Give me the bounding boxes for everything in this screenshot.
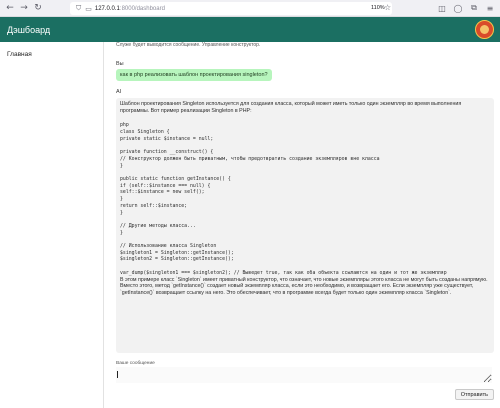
- previous-message-fragment: Служе будет выводится сообщение. Управле…: [116, 42, 261, 48]
- send-button[interactable]: Отправить: [454, 389, 494, 400]
- ai-message-code: php class Singleton { private static $in…: [120, 122, 447, 276]
- avatar-face-icon: [480, 25, 489, 34]
- ai-message-intro: Шаблон проектирования Singleton использу…: [120, 101, 462, 114]
- menu-icon[interactable]: ≡: [484, 2, 496, 14]
- shield-icon[interactable]: ⛉: [76, 4, 81, 13]
- ai-role-label: AI: [116, 89, 122, 95]
- page-icon: ▭: [85, 4, 92, 13]
- sidebar: Главная: [0, 42, 104, 408]
- reload-icon[interactable]: ↻: [31, 1, 45, 15]
- app-header: Дэшбоард: [0, 17, 500, 42]
- avatar[interactable]: [475, 20, 494, 39]
- user-message: как в php реализовать шаблон проектирова…: [116, 69, 272, 81]
- url-text[interactable]: 127.0.0.1:8000/dashboard: [95, 6, 165, 12]
- extensions-icon[interactable]: ⧉: [468, 2, 480, 14]
- ai-message: Шаблон проектирования Singleton использу…: [116, 98, 494, 353]
- message-input[interactable]: [116, 367, 492, 383]
- text-caret: [117, 371, 118, 378]
- chat-panel: Служе будет выводится сообщение. Управле…: [104, 42, 500, 408]
- back-icon[interactable]: ←: [3, 1, 17, 15]
- address-bar[interactable]: ⛉ ▭ 127.0.0.1:8000/dashboard: [70, 2, 392, 15]
- user-role-label: Вы: [116, 61, 124, 67]
- message-input-label: Ваше сообщение: [116, 361, 155, 366]
- account-icon[interactable]: ◯: [452, 2, 464, 14]
- ai-message-outro: В этом примере класс `Singleton` имеет п…: [120, 276, 488, 296]
- browser-toolbar: ← → ↻ ⛉ ▭ 127.0.0.1:8000/dashboard 110% …: [0, 0, 500, 17]
- bookmark-star-icon[interactable]: ☆: [384, 3, 391, 12]
- sidebar-item-home[interactable]: Главная: [7, 51, 103, 58]
- forward-icon[interactable]: →: [17, 1, 31, 15]
- pocket-icon[interactable]: ◫: [436, 2, 448, 14]
- app-title: Дэшбоард: [7, 24, 51, 35]
